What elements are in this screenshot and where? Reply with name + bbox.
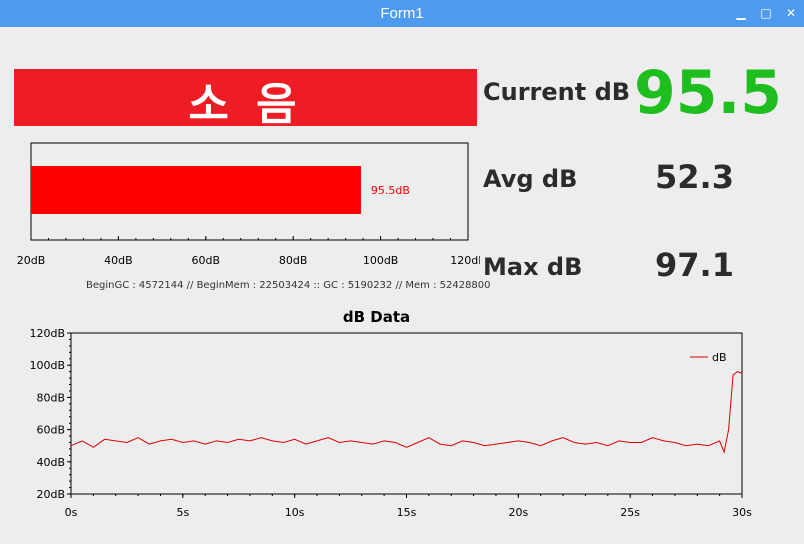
db-data-line-chart: dB Data 120dB 100dB 80dB 60dB 40dB 20dB0s 5s 10s… <box>29 308 752 519</box>
memory-info: BeginGC : 4572144 // BeginMem : 22503424… <box>86 280 491 291</box>
line-x-tick-label: 10s <box>285 506 305 519</box>
line-x-tick-label: 15s <box>397 506 417 519</box>
close-button[interactable]: ✕ <box>780 2 802 24</box>
bar-x-tick-label: 20dB <box>17 254 46 267</box>
line-y-tick-label: 120dB <box>29 327 65 340</box>
line-plot-frame <box>70 332 743 495</box>
line-chart-title: dB Data <box>343 308 410 326</box>
window-title: Form1 <box>380 5 424 22</box>
title-bar: Form1 ▁ □ ✕ <box>0 0 804 27</box>
db-bar <box>31 166 361 214</box>
db-level-bar-chart: 95.5dB 20dB 40dB 60dB 80dB 100dB 120dB <box>17 142 480 267</box>
bar-x-tick-label: 80dB <box>279 254 308 267</box>
line-y-tick-label: 100dB <box>29 359 65 372</box>
bar-x-tick-label: 60dB <box>192 254 221 267</box>
line-y-tick-label: 20dB <box>36 488 65 501</box>
minimize-button[interactable]: ▁ <box>730 2 752 24</box>
line-x-tick-label: 25s <box>620 506 640 519</box>
line-y-tick-label: 60dB <box>36 424 65 437</box>
noise-banner: 소 음 <box>14 69 477 126</box>
line-y-tick-label: 40dB <box>36 456 65 469</box>
avg-db-value: 52.3 <box>655 158 734 196</box>
bar-x-tick-label: 40dB <box>104 254 133 267</box>
legend-label: dB <box>712 351 727 364</box>
line-x-tick-label: 20s <box>508 506 528 519</box>
current-db-value: 95.5 <box>634 58 783 128</box>
line-x-tick-label: 30s <box>732 506 752 519</box>
line-x-tick-label: 5s <box>176 506 189 519</box>
avg-db-label: Avg dB <box>483 165 578 193</box>
line-x-tick-label: 0s <box>65 506 78 519</box>
db-bar-label: 95.5dB <box>371 184 410 197</box>
bar-x-tick-label: 120dB <box>450 254 480 267</box>
bar-x-tick-label: 100dB <box>363 254 399 267</box>
maximize-button[interactable]: □ <box>755 2 777 24</box>
current-db-label: Current dB <box>483 78 631 106</box>
max-db-label: Max dB <box>483 253 583 281</box>
line-y-tick-label: 80dB <box>36 391 65 404</box>
max-db-value: 97.1 <box>655 246 734 284</box>
